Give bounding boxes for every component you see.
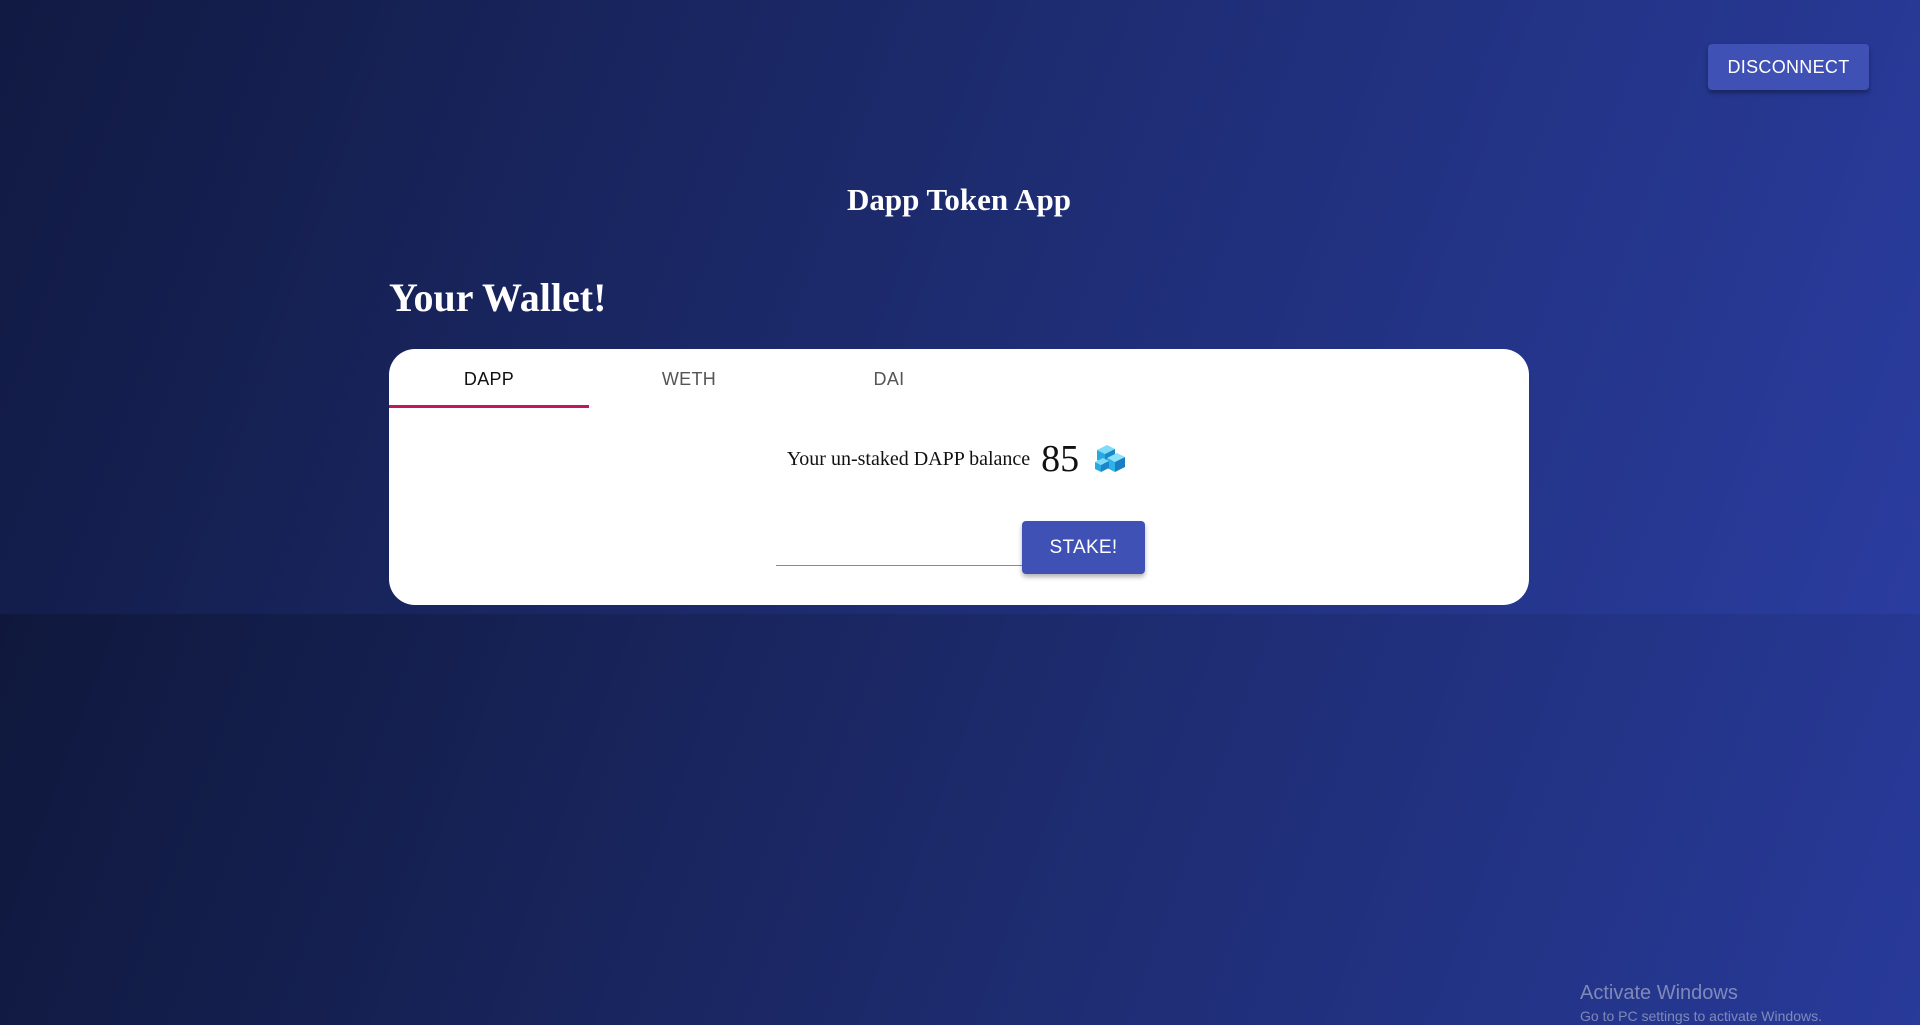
active-tab-indicator	[389, 405, 589, 408]
tab-dapp-label: DAPP	[463, 368, 515, 389]
token-tabs: DAPP WETH DAI	[389, 349, 989, 409]
lower-band	[0, 614, 1925, 1025]
activate-windows-watermark: Activate Windows Go to PC settings to ac…	[1580, 982, 1822, 1024]
tab-weth-label: WETH	[661, 368, 717, 389]
wallet-title: Your Wallet!	[389, 275, 607, 320]
tab-dai-label: DAI	[873, 368, 905, 389]
tab-dapp[interactable]: DAPP	[389, 349, 589, 409]
balance-row: Your un-staked DAPP balance 85	[389, 437, 1529, 481]
window-edge	[1920, 0, 1925, 1025]
wallet-card: DAPP WETH DAI Your un-staked DAPP balanc…	[389, 349, 1529, 605]
dapp-token-icon	[1095, 445, 1126, 472]
watermark-subtitle: Go to PC settings to activate Windows.	[1580, 1008, 1822, 1024]
stake-button[interactable]: STAKE!	[1022, 521, 1145, 574]
stake-row: STAKE!	[776, 521, 1145, 574]
tab-weth[interactable]: WETH	[589, 349, 789, 409]
watermark-title: Activate Windows	[1580, 982, 1738, 1004]
disconnect-button[interactable]: DISCONNECT	[1708, 44, 1869, 90]
balance-value: 85	[1041, 438, 1080, 480]
app-title: Dapp Token App	[846, 182, 1072, 217]
balance-label: Your un-staked DAPP balance	[786, 447, 1031, 470]
stake-amount-input[interactable]	[776, 527, 1022, 566]
tab-dai[interactable]: DAI	[789, 349, 989, 409]
